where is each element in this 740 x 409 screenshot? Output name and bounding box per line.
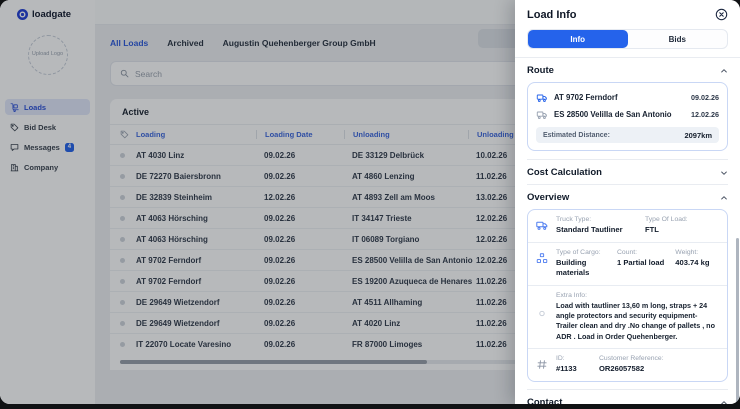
truck-icon	[536, 216, 549, 236]
count-label: Count:	[617, 249, 664, 256]
chevron-up-icon	[720, 194, 728, 202]
route-stop-origin: AT 9702 Ferndorf 09.02.26	[536, 89, 719, 106]
route-section-header[interactable]: Route	[527, 58, 728, 82]
chevron-up-icon	[720, 399, 728, 404]
weight-value: 403.74 kg	[675, 258, 709, 268]
tab-bids[interactable]: Bids	[628, 30, 728, 48]
destination-date: 12.02.26	[691, 110, 719, 119]
estimated-distance: Estimated Distance: 2097km	[536, 127, 719, 143]
destination-location: ES 28500 Velilla de San Antonio	[554, 110, 685, 119]
extra-info-text: Load with tautliner 13,60 m long, straps…	[556, 301, 719, 343]
panel-body: Route AT 9702 Ferndorf 09.02.26	[515, 58, 740, 404]
estimated-distance-value: 2097km	[684, 131, 712, 140]
overview-title: Overview	[527, 192, 569, 203]
contact-title: Contact	[527, 397, 562, 404]
id-value: #1133	[556, 364, 588, 374]
circle-icon	[536, 292, 549, 343]
type-of-cargo-label: Type of Cargo:	[556, 249, 606, 256]
type-of-load-value: FTL	[645, 225, 688, 235]
extra-info-label: Extra Info:	[556, 292, 719, 299]
truck-type-value: Standard Tautliner	[556, 225, 634, 235]
type-of-cargo-value: Building materials	[556, 258, 606, 279]
estimated-distance-label: Estimated Distance:	[543, 132, 610, 139]
overview-section-header[interactable]: Overview	[527, 184, 728, 209]
extra-info-section: Extra Info: Load with tautliner 13,60 m …	[528, 285, 727, 349]
chevron-up-icon	[720, 67, 728, 75]
cost-calculation-title: Cost Calculation	[527, 167, 602, 178]
count-value: 1 Partial load	[617, 258, 664, 268]
truck-type-section: Truck Type: Standard Tautliner Type Of L…	[528, 210, 727, 242]
type-of-load-label: Type Of Load:	[645, 216, 688, 223]
truck-type-label: Truck Type:	[556, 216, 634, 223]
route-stop-destination: ES 28500 Velilla de San Antonio 12.02.26	[536, 106, 719, 123]
customer-reference-value: OR26057582	[599, 364, 664, 374]
hash-icon	[536, 355, 549, 375]
panel-title: Load Info	[527, 9, 577, 21]
overview-card: Truck Type: Standard Tautliner Type Of L…	[527, 209, 728, 382]
weight-label: Weight:	[675, 249, 709, 256]
close-icon[interactable]	[715, 8, 728, 21]
truck-icon	[536, 110, 548, 120]
cost-calculation-section-header[interactable]: Cost Calculation	[527, 159, 728, 184]
panel-scrollbar-thumb[interactable]	[736, 238, 739, 404]
customer-reference-label: Customer Reference:	[599, 355, 664, 362]
origin-date: 09.02.26	[691, 93, 719, 102]
panel-tabs: Info Bids	[527, 29, 728, 49]
route-title: Route	[527, 65, 554, 76]
route-card: AT 9702 Ferndorf 09.02.26 ES 28500 Velil…	[527, 82, 728, 151]
tab-info[interactable]: Info	[528, 30, 628, 48]
chevron-down-icon	[720, 169, 728, 177]
origin-location: AT 9702 Ferndorf	[554, 93, 685, 102]
id-section: ID: #1133 Customer Reference: OR26057582	[528, 348, 727, 381]
contact-section-header[interactable]: Contact	[527, 389, 728, 404]
cargo-section: Type of Cargo: Building materials Count:…	[528, 242, 727, 285]
app-window: loadgate Upload Logo Loads Bid Desk	[0, 0, 740, 404]
truck-icon	[536, 93, 548, 103]
load-info-panel: Load Info Info Bids Route	[515, 0, 740, 404]
cargo-boxes-icon	[536, 249, 549, 279]
id-label: ID:	[556, 355, 588, 362]
